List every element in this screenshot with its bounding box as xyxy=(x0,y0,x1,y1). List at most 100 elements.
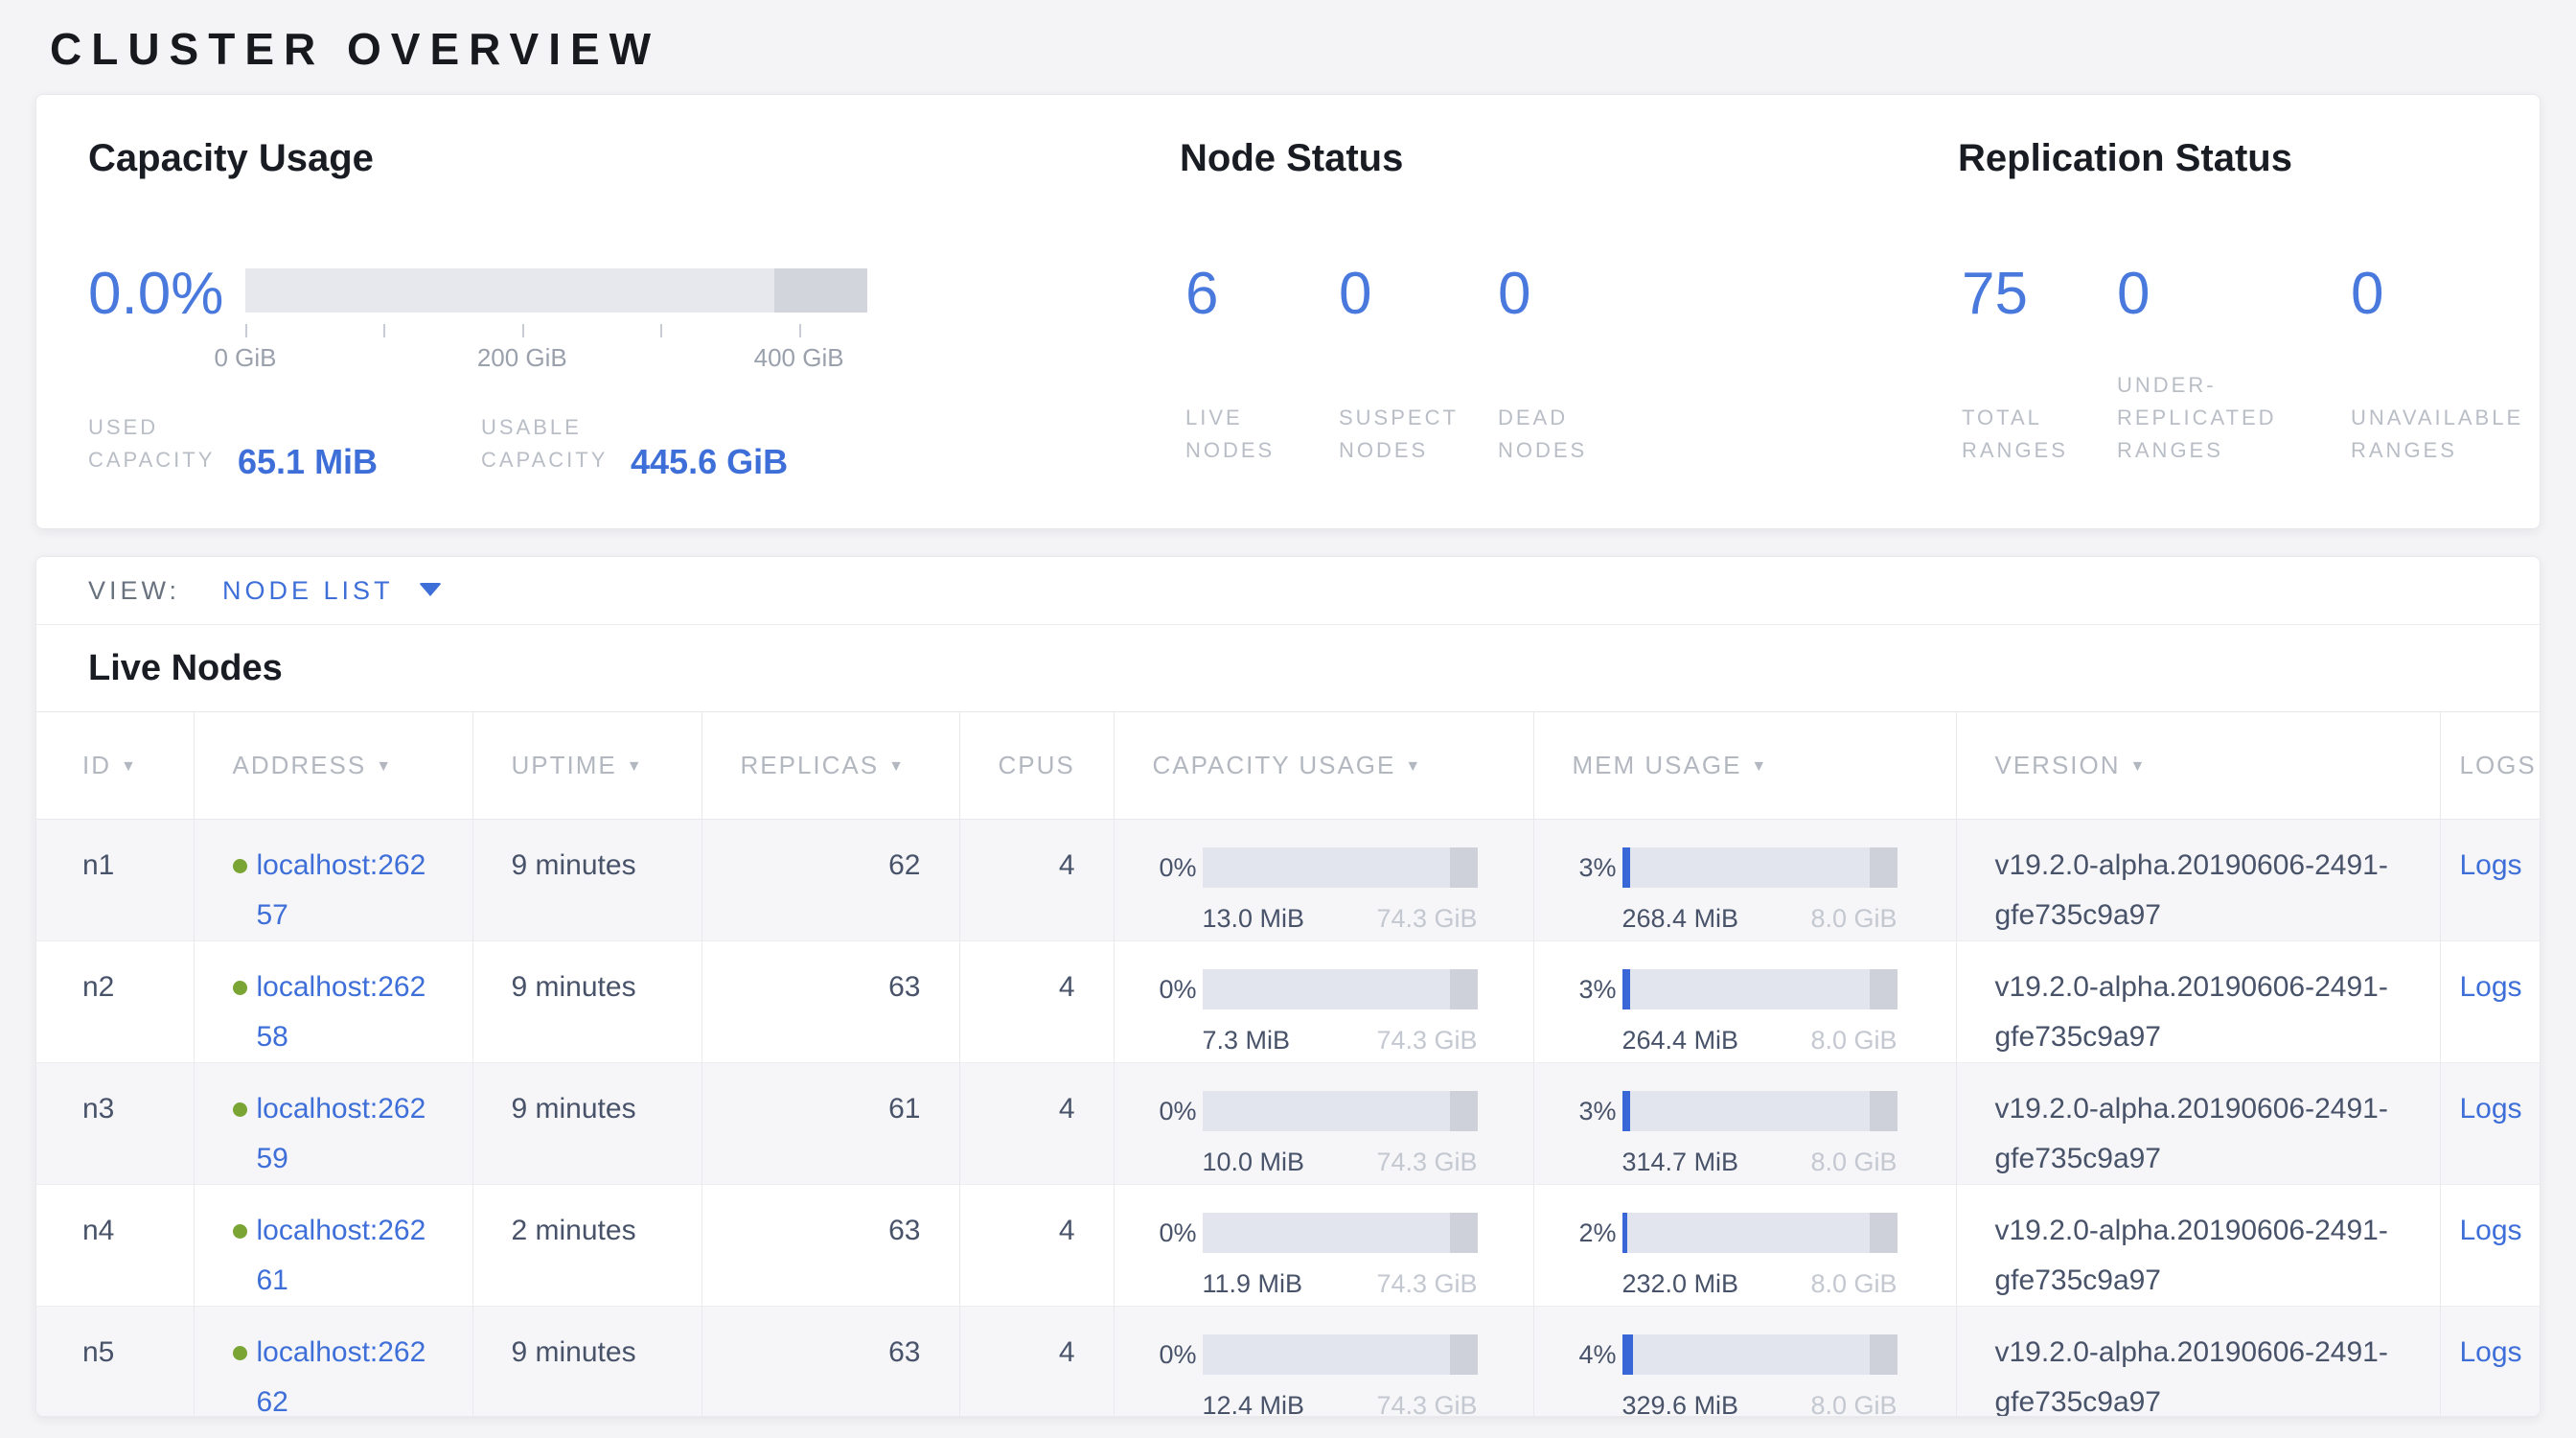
address-cell: localhost:26261 xyxy=(194,1185,472,1307)
table-row: n3localhost:262599 minutes6140%10.0 MiB7… xyxy=(36,1063,2541,1185)
node-live-dot-icon xyxy=(233,1224,247,1239)
capacity-usage-percent: 0% xyxy=(1153,1086,1197,1136)
table-row: n4localhost:262612 minutes6340%11.9 MiB7… xyxy=(36,1185,2541,1307)
uptime-cell: 9 minutes xyxy=(472,1063,702,1185)
capacity-usage-percent: 0% xyxy=(1153,843,1197,893)
capacity-usage-cell: 0%13.0 MiB 74.3 GiB xyxy=(1114,820,1533,941)
version-text: v19.2.0-alpha.20190606-2491-gfe735c9a97 xyxy=(1995,963,2398,1062)
capacity-usage-total-value: 74.3 GiB xyxy=(1376,1026,1477,1055)
address-cell: localhost:26262 xyxy=(194,1307,472,1418)
capacity-usage-bar xyxy=(1203,969,1478,1009)
uptime-cell: 9 minutes xyxy=(472,941,702,1063)
address-link[interactable]: localhost:26259 xyxy=(257,1084,435,1184)
mem-usage-bar xyxy=(1622,1091,1898,1131)
mem-usage-reserved-segment xyxy=(1870,1334,1898,1375)
capacity-usage-total-value: 74.3 GiB xyxy=(1376,1391,1477,1417)
node-status-stat-value: 0 xyxy=(1498,258,1530,331)
capacity-usage-total-value: 74.3 GiB xyxy=(1376,904,1477,933)
mem-usage-used-value: 232.0 MiB xyxy=(1622,1269,1739,1298)
usable-capacity-value: 445.6 GiB xyxy=(631,444,788,480)
node-id-cell: n4 xyxy=(36,1185,194,1307)
mem-usage-total-value: 8.0 GiB xyxy=(1810,1026,1897,1055)
logs-link[interactable]: Logs xyxy=(2460,1093,2522,1125)
address-link[interactable]: localhost:26261 xyxy=(257,1206,435,1306)
capacity-axis: 0 GiB200 GiB400 GiB xyxy=(245,313,867,380)
capacity-usage-percent: 0% xyxy=(1153,1208,1197,1258)
capacity-usage-total-value: 74.3 GiB xyxy=(1376,1148,1477,1176)
address-link[interactable]: localhost:26262 xyxy=(257,1328,435,1417)
node-id-cell: n1 xyxy=(36,820,194,941)
logs-link[interactable]: Logs xyxy=(2460,971,2522,1003)
mem-usage-percent: 3% xyxy=(1573,1086,1617,1136)
mem-usage-bar-labels: 268.4 MiB 8.0 GiB xyxy=(1622,904,1898,933)
address-link[interactable]: localhost:26258 xyxy=(257,963,435,1062)
address-link[interactable]: localhost:26257 xyxy=(257,841,435,940)
mem-usage-used-value: 329.6 MiB xyxy=(1622,1391,1739,1417)
column-header-label: ID xyxy=(82,751,111,779)
capacity-usage-used-value: 13.0 MiB xyxy=(1203,904,1305,933)
used-capacity-value: 65.1 MiB xyxy=(238,444,378,480)
mem-usage-bar-row: 2% xyxy=(1573,1206,1956,1260)
column-header-id[interactable]: ID▼ xyxy=(36,712,194,820)
sort-descending-icon: ▼ xyxy=(2130,758,2148,776)
capacity-usage-gauge xyxy=(245,268,867,313)
axis-tick-label: 0 GiB xyxy=(214,343,276,373)
sort-descending-icon: ▼ xyxy=(627,758,644,776)
capacity-usage-reserved-segment xyxy=(1450,969,1478,1009)
logs-cell: Logs xyxy=(2440,941,2541,1063)
mem-usage-bar xyxy=(1622,1334,1898,1375)
capacity-usage-bar-labels: 10.0 MiB74.3 GiB xyxy=(1203,1148,1478,1176)
capacity-usage-cell: 0%11.9 MiB74.3 GiB xyxy=(1114,1185,1533,1307)
mem-usage-total-value: 8.0 GiB xyxy=(1810,1391,1897,1417)
capacity-usage-bar-row: 0% xyxy=(1153,1084,1533,1138)
logs-link[interactable]: Logs xyxy=(2460,849,2522,881)
uptime-cell: 9 minutes xyxy=(472,1307,702,1418)
capacity-used-percent: 0.0% xyxy=(88,258,223,331)
view-dropdown[interactable]: NODE LIST xyxy=(222,576,442,606)
sort-descending-icon: ▼ xyxy=(1405,758,1422,776)
mem-usage-used-segment xyxy=(1622,1213,1628,1253)
sort-descending-icon: ▼ xyxy=(888,758,906,776)
mem-usage-percent: 3% xyxy=(1573,964,1617,1014)
logs-link[interactable]: Logs xyxy=(2460,1336,2522,1368)
mem-usage-used-value: 268.4 MiB xyxy=(1622,904,1739,933)
cpus-cell: 4 xyxy=(959,941,1114,1063)
mem-usage-percent: 3% xyxy=(1573,843,1617,893)
capacity-usage-used-value: 7.3 MiB xyxy=(1203,1026,1291,1055)
column-header-address[interactable]: ADDRESS▼ xyxy=(194,712,472,820)
nodes-panel: VIEW: NODE LIST Live Nodes ID▼ADDRESS▼UP… xyxy=(35,556,2541,1417)
mem-usage-used-value: 314.7 MiB xyxy=(1622,1148,1739,1176)
logs-link[interactable]: Logs xyxy=(2460,1215,2522,1246)
table-header-row: ID▼ADDRESS▼UPTIME▼REPLICAS▼CPUSCAPACITY … xyxy=(36,712,2541,820)
uptime-cell: 9 minutes xyxy=(472,820,702,941)
column-header-version[interactable]: VERSION▼ xyxy=(1956,712,2440,820)
node-id-cell: n5 xyxy=(36,1307,194,1418)
capacity-usage-bar xyxy=(1203,1091,1478,1131)
replicas-cell: 62 xyxy=(702,820,959,941)
mem-usage-reserved-segment xyxy=(1870,1091,1898,1131)
capacity-usage-bar-labels: 7.3 MiB 74.3 GiB xyxy=(1203,1026,1478,1055)
used-capacity-stat: USED CAPACITY 65.1 MiB xyxy=(88,411,378,476)
cpus-cell: 4 xyxy=(959,1063,1114,1185)
node-live-dot-icon xyxy=(233,1102,247,1117)
mem-usage-percent: 2% xyxy=(1573,1208,1617,1258)
replication-status-stat-label: UNDER-REPLICATED RANGES xyxy=(2117,369,2270,467)
node-status-title: Node Status xyxy=(1180,137,1403,180)
axis-tick xyxy=(522,324,524,337)
view-dropdown-value[interactable]: NODE LIST xyxy=(222,576,394,605)
node-id-cell: n3 xyxy=(36,1063,194,1185)
logs-cell: Logs xyxy=(2440,1185,2541,1307)
version-cell: v19.2.0-alpha.20190606-2491-gfe735c9a97 xyxy=(1956,1185,2440,1307)
capacity-usage-title: Capacity Usage xyxy=(88,137,374,180)
column-header-uptime[interactable]: UPTIME▼ xyxy=(472,712,702,820)
cpus-cell: 4 xyxy=(959,820,1114,941)
mem-usage-bar-row: 3% xyxy=(1573,963,1956,1016)
column-header-mem-usage[interactable]: MEM USAGE▼ xyxy=(1533,712,1956,820)
mem-usage-cell: 3%314.7 MiB8.0 GiB xyxy=(1533,1063,1956,1185)
column-header-capacity-usage[interactable]: CAPACITY USAGE▼ xyxy=(1114,712,1533,820)
column-header-replicas[interactable]: REPLICAS▼ xyxy=(702,712,959,820)
mem-usage-reserved-segment xyxy=(1870,1213,1898,1253)
mem-usage-total-value: 8.0 GiB xyxy=(1810,904,1897,933)
logs-cell: Logs xyxy=(2440,820,2541,941)
node-status-stat-label: DEAD NODES xyxy=(1498,402,1651,467)
